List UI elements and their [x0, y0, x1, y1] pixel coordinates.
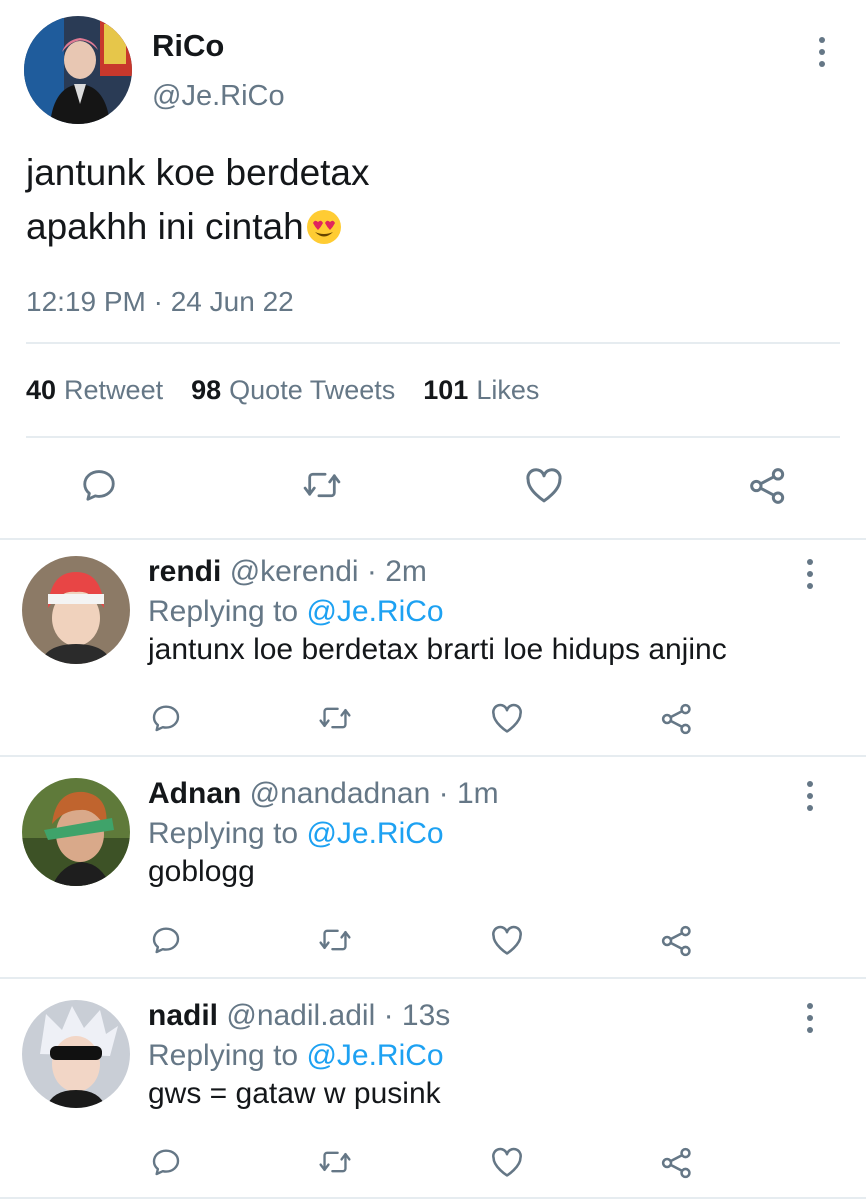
reply-text: gws = gataw w pusink: [148, 1077, 441, 1110]
more-icon[interactable]: [800, 554, 820, 594]
like-icon[interactable]: [490, 702, 524, 734]
share-icon[interactable]: [748, 466, 788, 506]
avatar[interactable]: [22, 556, 130, 664]
reply-icon[interactable]: [150, 702, 182, 734]
reply-header: rendi @kerendi · 2m: [148, 554, 427, 590]
replying-to: Replying to @Je.RiCo: [148, 1039, 444, 1072]
more-icon[interactable]: [800, 776, 820, 816]
more-icon[interactable]: [812, 32, 832, 72]
tweet-text: jantunk koe berdetax apakhh ini cintah: [26, 146, 826, 254]
divider: [26, 436, 840, 438]
replying-to: Replying to @Je.RiCo: [148, 595, 444, 628]
divider: [26, 342, 840, 344]
divider: [0, 755, 866, 757]
reply-handle[interactable]: @nadil.adil: [226, 999, 375, 1032]
reply-item[interactable]: nadil @nadil.adil · 13s Replying to @Je.…: [0, 984, 866, 1204]
reply-display-name[interactable]: rendi: [148, 555, 221, 588]
like-icon[interactable]: [524, 466, 564, 504]
tweet-stats: 40 Retweet 98 Quote Tweets 101 Likes: [26, 372, 539, 408]
reply-item[interactable]: Adnan @nandadnan · 1m Replying to @Je.Ri…: [0, 762, 866, 982]
avatar[interactable]: [22, 778, 130, 886]
reply-icon[interactable]: [150, 1146, 182, 1178]
heart-eyes-emoji-icon: [306, 210, 341, 244]
display-name[interactable]: RiCo: [152, 28, 224, 64]
main-tweet: RiCo @Je.RiCo jantunk koe berdetax apakh…: [0, 0, 866, 540]
share-icon[interactable]: [660, 702, 694, 736]
reply-display-name[interactable]: Adnan: [148, 777, 241, 810]
reply-handle[interactable]: @nandadnan: [250, 777, 431, 810]
reply-text: jantunx loe berdetax brarti loe hidups a…: [148, 633, 727, 666]
tweet-timestamp[interactable]: 12:19 PM · 24 Jun 22: [26, 284, 294, 320]
like-icon[interactable]: [490, 924, 524, 956]
divider: [0, 977, 866, 979]
mention-link[interactable]: @Je.RiCo: [306, 1039, 443, 1072]
reply-display-name[interactable]: nadil: [148, 999, 218, 1032]
reply-time: · 1m: [438, 777, 499, 810]
reply-icon[interactable]: [80, 466, 118, 504]
reply-handle[interactable]: @kerendi: [230, 555, 359, 588]
retweet-stat[interactable]: 40 Retweet: [26, 372, 163, 408]
retweet-icon[interactable]: [318, 702, 352, 734]
reply-text: goblogg: [148, 855, 255, 888]
reply-item[interactable]: rendi @kerendi · 2m Replying to @Je.RiCo…: [0, 540, 866, 760]
share-icon[interactable]: [660, 924, 694, 958]
like-icon[interactable]: [490, 1146, 524, 1178]
user-handle[interactable]: @Je.RiCo: [152, 78, 285, 114]
share-icon[interactable]: [660, 1146, 694, 1180]
reply-header: nadil @nadil.adil · 13s: [148, 998, 450, 1034]
retweet-icon[interactable]: [318, 924, 352, 956]
divider: [0, 1197, 866, 1199]
mention-link[interactable]: @Je.RiCo: [306, 595, 443, 628]
reply-time: · 2m: [366, 555, 427, 588]
more-icon[interactable]: [800, 998, 820, 1038]
reply-time: · 13s: [383, 999, 451, 1032]
likes-stat[interactable]: 101 Likes: [423, 372, 539, 408]
replying-to: Replying to @Je.RiCo: [148, 817, 444, 850]
tweet-text-line-1: jantunk koe berdetax: [26, 152, 370, 193]
avatar[interactable]: [24, 16, 132, 124]
quote-stat[interactable]: 98 Quote Tweets: [191, 372, 395, 408]
avatar[interactable]: [22, 1000, 130, 1108]
tweet-text-line-2: apakhh ini cintah: [26, 206, 304, 247]
reply-icon[interactable]: [150, 924, 182, 956]
retweet-icon[interactable]: [302, 466, 342, 504]
reply-header: Adnan @nandadnan · 1m: [148, 776, 499, 812]
retweet-icon[interactable]: [318, 1146, 352, 1178]
mention-link[interactable]: @Je.RiCo: [306, 817, 443, 850]
